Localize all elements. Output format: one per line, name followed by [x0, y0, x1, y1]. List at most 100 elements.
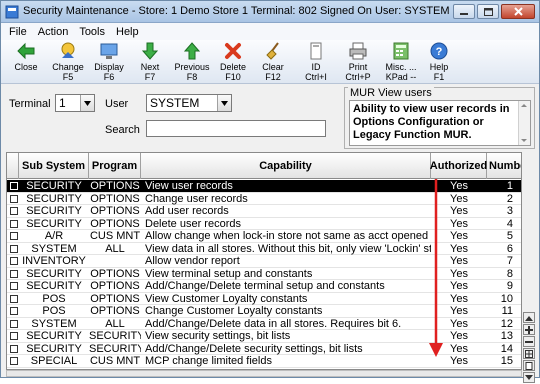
- scroll-top-button[interactable]: [523, 312, 535, 323]
- close-window-button[interactable]: [501, 4, 535, 19]
- row-checkbox[interactable]: [10, 182, 18, 190]
- row-checkbox[interactable]: [10, 257, 18, 265]
- header-authorized[interactable]: Authorized: [430, 153, 487, 179]
- change-button[interactable]: Change F5: [49, 41, 87, 83]
- misc-button[interactable]: Misc. ... KPad --: [381, 41, 421, 83]
- close-button[interactable]: Close: [7, 41, 45, 83]
- remove-row-button[interactable]: [523, 336, 535, 347]
- menu-file[interactable]: File: [9, 26, 27, 38]
- cell-capability: Add/Change/Delete security settings, bit…: [145, 342, 363, 355]
- table-row[interactable]: SECURITY OPTIONS View user records Yes 1: [7, 180, 521, 193]
- cell-authorized: Yes: [450, 267, 468, 280]
- row-checkbox[interactable]: [10, 344, 18, 353]
- grid-horizontal-scrollbar[interactable]: [6, 370, 522, 377]
- header-sub-system[interactable]: Sub System: [19, 153, 89, 179]
- row-checkbox[interactable]: [10, 307, 18, 315]
- table-row[interactable]: SECURITY OPTIONS Delete user records Yes 4: [7, 217, 521, 230]
- menu-action[interactable]: Action: [38, 26, 69, 38]
- description-scrollbar[interactable]: [518, 101, 530, 145]
- row-checkbox[interactable]: [10, 232, 18, 240]
- next-arrow-icon: [141, 42, 159, 60]
- row-checkbox[interactable]: [10, 207, 18, 215]
- terminal-select[interactable]: 1: [55, 94, 95, 112]
- id-button[interactable]: ID Ctrl+I: [297, 41, 335, 83]
- cell-program: OPTIONS: [90, 180, 140, 192]
- row-checkbox[interactable]: [10, 269, 18, 278]
- row-checkbox[interactable]: [10, 244, 18, 253]
- header-capability[interactable]: Capability: [141, 153, 431, 179]
- search-input[interactable]: [146, 120, 326, 137]
- header-program[interactable]: Program: [89, 153, 141, 179]
- cell-number: 15: [500, 355, 513, 367]
- menu-tools[interactable]: Tools: [79, 26, 105, 38]
- table-row[interactable]: SYSTEM ALL Add/Change/Delete data in all s…: [7, 318, 521, 330]
- table-row[interactable]: SECURITY SECURITY View security settings, …: [7, 330, 521, 343]
- table-row[interactable]: SECURITY OPTIONS Add user records Yes 3: [7, 205, 521, 218]
- next-button[interactable]: Next F7: [132, 41, 168, 83]
- document-icon: [525, 361, 533, 370]
- cell-capability: Add user records: [145, 205, 229, 217]
- grid-icon: [525, 349, 533, 358]
- close-icon: [513, 7, 523, 16]
- security-maintenance-window: Security Maintenance - Store: 1 Demo Sto…: [0, 0, 540, 383]
- header-number[interactable]: Number: [487, 153, 521, 179]
- minimize-button[interactable]: [453, 4, 475, 19]
- cell-authorized: Yes: [450, 330, 468, 342]
- help-button[interactable]: ? Help F1: [423, 41, 455, 83]
- printer-icon: [349, 42, 367, 60]
- table-row[interactable]: SECURITY SECURITY Add/Change/Delete securi…: [7, 342, 521, 355]
- table-row[interactable]: INVENTORY Allow vendor report Yes 7: [7, 255, 521, 268]
- previous-button[interactable]: Previous F8: [171, 41, 213, 83]
- cell-number: 11: [501, 305, 513, 317]
- previous-arrow-icon: [183, 42, 201, 60]
- cell-sub-system: SPECIAL: [30, 355, 78, 367]
- table-row[interactable]: SPECIAL CUS MNT MCP change limited fields Y…: [7, 355, 521, 368]
- calculator-icon: [393, 42, 409, 60]
- cell-number: 4: [506, 217, 513, 230]
- cell-program: OPTIONS: [90, 305, 140, 317]
- table-row[interactable]: SECURITY OPTIONS View terminal setup and c…: [7, 267, 521, 280]
- cell-authorized: Yes: [450, 242, 468, 255]
- cell-authorized: Yes: [450, 217, 468, 230]
- cell-program: OPTIONS: [90, 267, 140, 280]
- cell-authorized: Yes: [450, 230, 468, 242]
- export-button[interactable]: [523, 360, 535, 371]
- capability-description-box: MUR View users Ability to view user reco…: [344, 87, 535, 149]
- row-checkbox[interactable]: [10, 294, 18, 303]
- table-row[interactable]: SECURITY OPTIONS Add/Change/Delete termina…: [7, 280, 521, 293]
- table-row[interactable]: SECURITY OPTIONS Change user records Yes 2: [7, 192, 521, 205]
- maximize-button[interactable]: [477, 4, 499, 19]
- delete-button[interactable]: Delete F10: [215, 41, 251, 83]
- add-row-button[interactable]: [523, 324, 535, 335]
- cell-capability: Change user records: [145, 192, 248, 205]
- menu-help[interactable]: Help: [116, 26, 139, 38]
- cell-program: OPTIONS: [90, 205, 140, 217]
- cell-capability: View data in all stores. Without this bi…: [145, 242, 431, 255]
- cell-number: 6: [506, 242, 513, 255]
- grid-view-button[interactable]: [523, 348, 535, 359]
- chevron-down-icon: [217, 95, 231, 111]
- cell-number: 10: [500, 292, 513, 305]
- table-row[interactable]: POS OPTIONS View Customer Loyalty constant…: [7, 292, 521, 305]
- cell-capability: Allow change when lock-in store not same…: [145, 230, 431, 242]
- toolbar: Close Change F5 Display F6 Next F7 Previ…: [1, 40, 539, 84]
- row-checkbox[interactable]: [10, 194, 18, 203]
- table-row[interactable]: POS OPTIONS Change Customer Loyalty consta…: [7, 305, 521, 318]
- row-checkbox[interactable]: [10, 332, 18, 340]
- print-button[interactable]: Print Ctrl+P: [339, 41, 377, 83]
- capability-description-text: Ability to view user records in Options …: [353, 103, 510, 141]
- table-row[interactable]: A/R CUS MNT Allow change when lock-in stor…: [7, 230, 521, 243]
- row-checkbox[interactable]: [10, 357, 18, 365]
- id-card-icon: [310, 42, 322, 60]
- cell-authorized: Yes: [450, 180, 468, 192]
- row-checkbox[interactable]: [10, 219, 18, 228]
- table-row[interactable]: SYSTEM ALL View data in all stores. Withou…: [7, 242, 521, 255]
- row-checkbox[interactable]: [10, 319, 18, 328]
- cell-authorized: Yes: [450, 342, 468, 355]
- row-checkbox[interactable]: [10, 282, 18, 290]
- cell-sub-system: SYSTEM: [31, 242, 77, 255]
- user-select[interactable]: SYSTEM: [146, 94, 232, 112]
- cell-program: OPTIONS: [90, 217, 140, 230]
- display-button[interactable]: Display F6: [90, 41, 128, 83]
- clear-button[interactable]: Clear F12: [255, 41, 291, 83]
